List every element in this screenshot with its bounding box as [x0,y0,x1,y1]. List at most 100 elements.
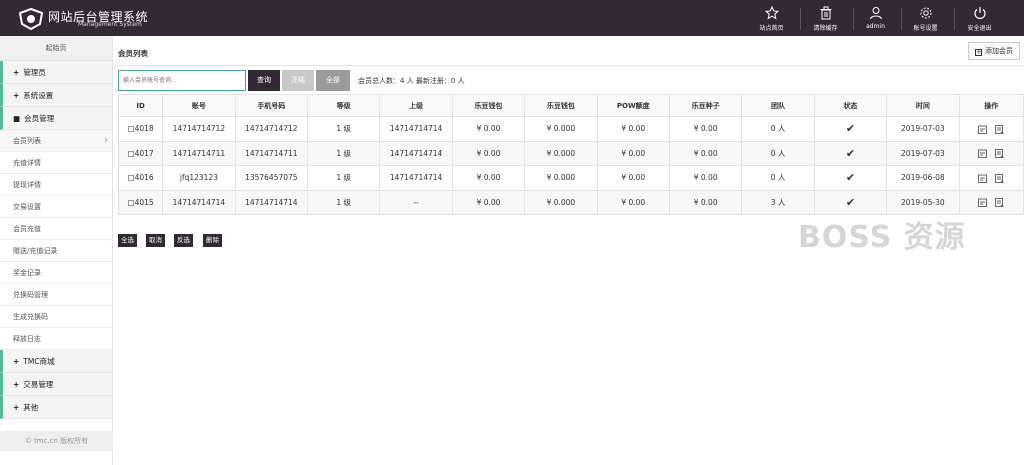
member-id: 4015 [134,197,154,207]
row-checkbox[interactable] [127,175,134,182]
query-button[interactable]: 查询 [248,70,280,91]
sidebar-item-gift-records[interactable]: 赠送/充值记录 [0,240,112,262]
sidebar-group-mall[interactable]: + TMC商城 [0,350,112,373]
nav-label: 站点首页 [759,25,784,32]
time-cell: 2019-05-30 [886,189,960,215]
edit-icon[interactable] [978,174,987,183]
sidebar-group-trade[interactable]: + 交易管理 [0,373,112,396]
id-cell: 4016 [117,165,164,191]
sidebar-item-redeem-generate[interactable]: 生成兑换码 [0,306,112,328]
status-checkmark-icon: ✔ [813,189,888,215]
table-row: 4018 14714714712 14714714712 1 级 1471471… [117,116,1024,142]
sidebar-item-label: 奖金记录 [13,269,41,277]
sidebar-group-label: 系统设置 [23,91,54,100]
sidebar-item-label: 提现详情 [13,181,41,189]
column-header: 等级 [307,94,381,117]
detail-icon[interactable] [995,124,1005,134]
level-cell: 1 级 [307,165,381,191]
sidebar-item-label: 交易设置 [13,203,41,211]
sidebar-group-other[interactable]: + 其他 [0,396,112,419]
detail-icon[interactable] [995,173,1005,183]
sidebar-group-label: 交易管理 [23,380,54,389]
select-all-button[interactable]: 全选 [118,234,137,247]
sidebar-home-tab[interactable]: 起始页 [0,36,112,61]
row-checkbox[interactable] [127,199,134,206]
delete-button[interactable]: 删除 [203,234,222,247]
table-row: 4015 14714714714 14714714714 1 级 -- ¥ 0.… [117,189,1024,215]
add-member-button[interactable]: + 添加会员 [968,42,1020,60]
time-cell: 2019-07-03 [886,140,960,166]
sidebar-item-label: 兑换码管理 [13,291,48,299]
wallet-cell: ¥ 0.000 [524,165,598,191]
team-cell: 3 人 [741,189,815,215]
member-id: 4016 [134,173,154,183]
row-checkbox[interactable] [127,126,134,133]
wallet-cell: ¥ 0.00 [451,165,526,191]
sidebar-item-release-log[interactable]: 释放日志 [0,328,112,350]
sidebar-item-bonus-records[interactable]: 奖金记录 [0,262,112,284]
edit-icon[interactable] [978,149,987,158]
detail-icon[interactable] [995,198,1005,207]
sidebar-item-member-list[interactable]: 会员列表 › [0,130,112,152]
nav-account-settings[interactable]: 账号设置 [898,0,953,36]
sidebar-group-members[interactable]: ■ 会员管理 [0,107,112,130]
expand-icon: + [13,380,20,389]
column-header: 乐豆钱包 [524,94,598,117]
sidebar-item-member-recharge[interactable]: 会员充值 [0,218,112,240]
pow-cell: ¥ 0.00 [596,140,670,166]
table-row: 4016 jfq123123 13576457075 1 级 147147147… [117,165,1024,191]
star-icon [764,6,779,20]
account-cell: 14714714711 [162,140,236,166]
copyright: © tmc.cn 版权所有 [0,431,113,451]
expand-icon: + [13,68,20,77]
expand-icon: + [13,403,20,412]
sidebar-group-system[interactable]: + 系统设置 [0,84,112,107]
row-checkbox[interactable] [127,150,134,157]
sidebar-group-label: 管理员 [23,68,46,77]
cancel-button[interactable]: 取消 [146,234,165,247]
phone-cell: 14714714712 [234,116,309,142]
status-checkmark-icon: ✔ [813,116,888,142]
app-subtitle: Management System [78,21,142,28]
id-cell: 4018 [117,116,164,142]
expand-icon: + [13,357,20,366]
search-input[interactable] [118,70,246,91]
sidebar-item-recharge-detail[interactable]: 充值详情 [0,152,112,174]
user-icon [869,7,882,20]
chevron-right-icon: › [104,135,108,146]
column-header: 乐豆钱包 [451,94,526,117]
sidebar-group-label: 其他 [23,403,39,412]
seed-cell: ¥ 0.00 [668,140,743,166]
id-cell: 4017 [117,140,164,166]
sidebar-item-trade-settings[interactable]: 交易设置 [0,196,112,218]
nav-site-home[interactable]: 站点首页 [744,0,799,36]
sidebar-item-label: 会员列表 [13,137,41,145]
sidebar-group-admin[interactable]: + 管理员 [0,61,112,84]
edit-icon[interactable] [978,198,987,207]
gear-icon [920,7,931,19]
time-cell: 2019-07-03 [886,116,960,142]
phone-cell: 14714714711 [234,140,309,166]
team-cell: 0 人 [741,165,815,191]
actions-cell [958,140,1024,166]
nav-admin[interactable]: admin [848,0,903,36]
status-checkmark-icon: ✔ [813,165,888,191]
sidebar-item-redeem-manage[interactable]: 兑换码管理 [0,284,112,306]
collapse-icon: ■ [13,114,21,123]
nav-logout[interactable]: 安全退出 [952,0,1007,36]
detail-icon[interactable] [995,149,1005,158]
sidebar-item-withdraw-detail[interactable]: 提现详情 [0,174,112,196]
seed-cell: ¥ 0.00 [668,165,743,191]
frozen-filter-button[interactable]: 冻结 [282,70,314,91]
wallet-cell: ¥ 0.000 [524,116,598,142]
edit-icon[interactable] [978,125,987,134]
id-cell: 4015 [117,189,164,215]
all-filter-button[interactable]: 全部 [316,70,350,91]
nav-label: 账号设置 [913,25,938,32]
invert-selection-button[interactable]: 反选 [174,234,193,247]
nav-label: 清除缓存 [813,25,838,32]
seed-cell: ¥ 0.00 [668,189,743,215]
table-header: ID 账号 手机号码 等级 上级 乐豆钱包 乐豆钱包 POW额度 乐豆种子 团队… [117,94,1024,117]
nav-clear-cache[interactable]: 清除缓存 [798,0,853,36]
account-cell: 14714714714 [162,189,236,215]
